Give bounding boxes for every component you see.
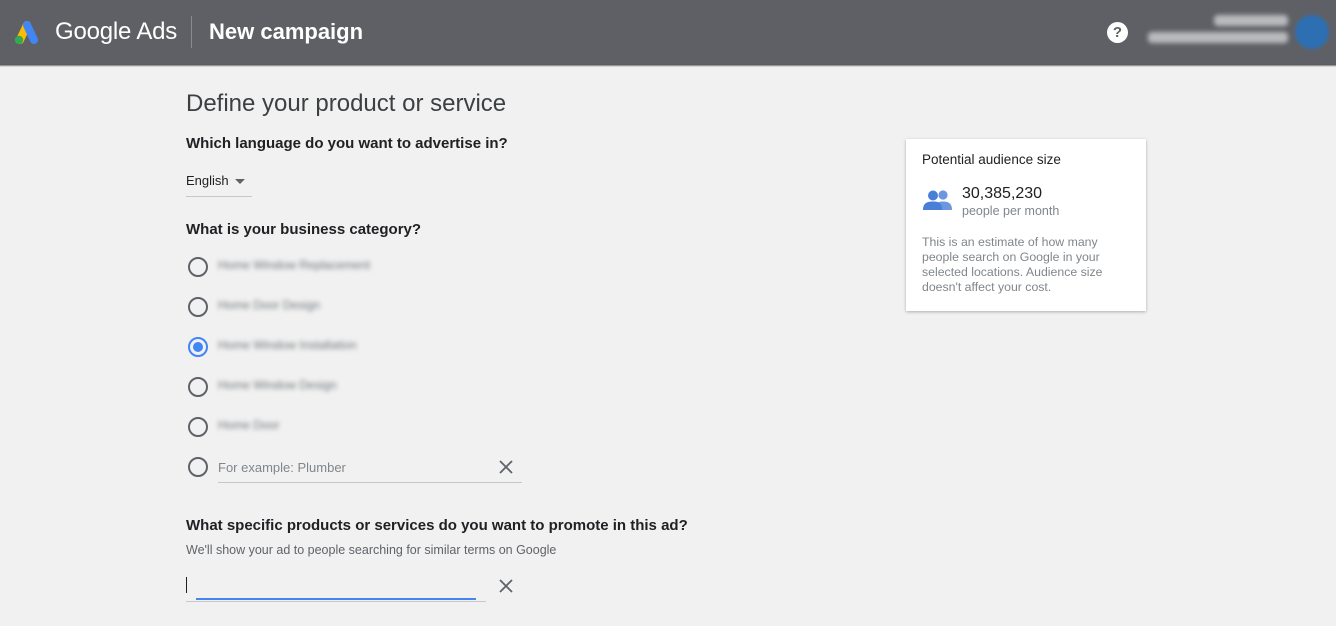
top-app-bar: Google Ads New campaign ? — [0, 0, 1336, 64]
text-cursor — [186, 577, 187, 593]
custom-category-field[interactable] — [218, 452, 522, 483]
products-input[interactable] — [186, 574, 466, 596]
people-icon — [923, 190, 952, 210]
audience-note: This is an estimate of how many people s… — [922, 235, 1103, 294]
radio-button[interactable] — [188, 457, 208, 477]
top-bar-shadow — [0, 64, 1336, 67]
page-title: New campaign — [209, 19, 364, 44]
radio-button[interactable] — [188, 377, 208, 397]
account-avatar[interactable] — [1295, 15, 1329, 49]
products-helper-text: We'll show your ad to people searching f… — [186, 543, 557, 557]
category-option-2[interactable]: Home Door Design — [186, 296, 526, 320]
audience-size-card: Potential audience size 30,385,230 peopl… — [906, 139, 1146, 311]
card-title: Potential audience size — [922, 152, 1061, 167]
clear-icon[interactable] — [497, 458, 515, 476]
help-icon[interactable]: ? — [1107, 22, 1128, 43]
category-option-label: Home Window Installation — [218, 338, 357, 352]
language-question: Which language do you want to advertise … — [186, 135, 508, 152]
category-option-custom[interactable] — [186, 456, 216, 480]
language-select-value: English — [186, 173, 229, 188]
audience-unit: people per month — [962, 204, 1060, 218]
radio-button[interactable] — [188, 417, 208, 437]
category-option-1[interactable]: Home Window Replacement — [186, 256, 526, 280]
category-option-4[interactable]: Home Window Design — [186, 376, 526, 400]
radio-button-selected[interactable] — [188, 337, 208, 357]
title-divider — [191, 16, 192, 48]
category-option-label: Home Window Replacement — [218, 258, 371, 272]
category-option-label: Home Door Design — [218, 298, 321, 312]
custom-category-input[interactable] — [218, 457, 488, 477]
language-select[interactable]: English — [186, 170, 252, 197]
section-title: Define your product or service — [186, 90, 507, 117]
radio-button[interactable] — [188, 297, 208, 317]
google-ads-logo-icon[interactable] — [11, 18, 43, 46]
radio-button[interactable] — [188, 257, 208, 277]
category-option-3[interactable]: Home Window Installation — [186, 336, 526, 360]
input-focus-underline — [196, 598, 476, 600]
account-email-redacted — [1148, 32, 1288, 43]
products-question: What specific products or services do yo… — [186, 517, 688, 534]
category-option-label: Home Window Design — [218, 378, 337, 392]
category-option-5[interactable]: Home Door — [186, 416, 526, 440]
clear-icon[interactable] — [497, 577, 515, 595]
account-info[interactable] — [1140, 15, 1288, 49]
account-id-redacted — [1214, 15, 1288, 26]
category-question: What is your business category? — [186, 221, 422, 238]
dropdown-caret-icon — [235, 179, 245, 184]
category-option-label: Home Door — [218, 418, 280, 432]
product-name: Google Ads — [55, 18, 178, 45]
audience-count: 30,385,230 — [962, 185, 1043, 202]
